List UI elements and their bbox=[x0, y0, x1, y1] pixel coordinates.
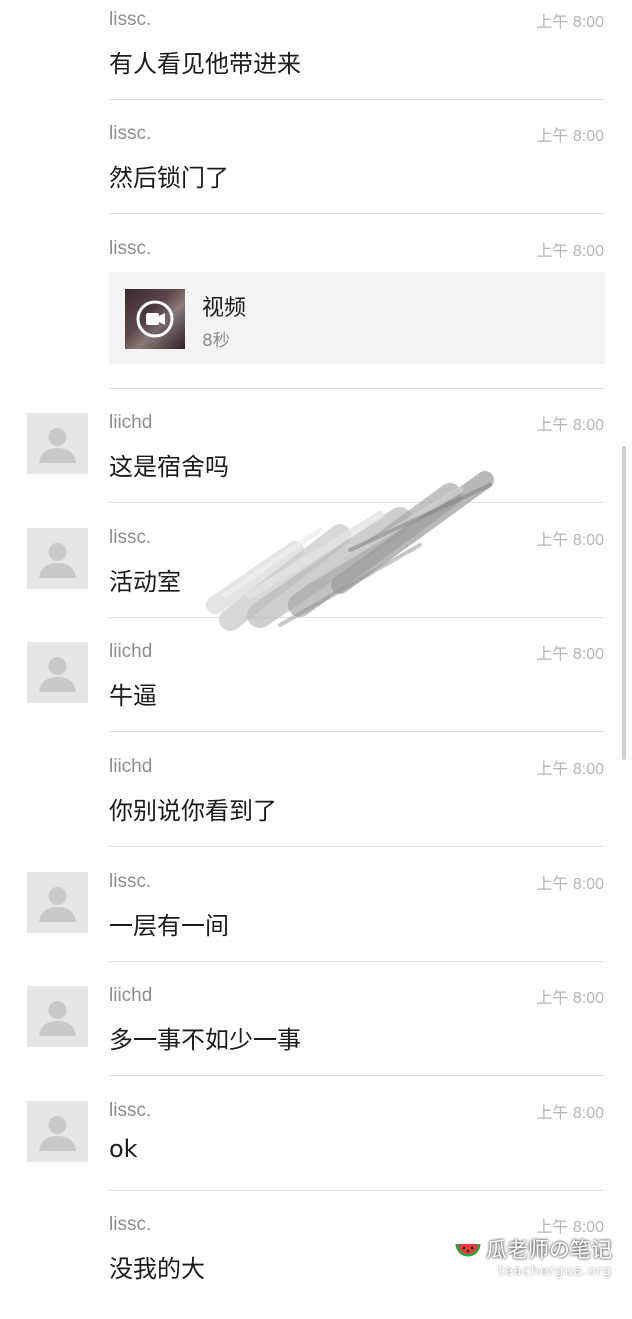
sender-name: lissc. bbox=[109, 1100, 152, 1121]
sender-name: liichd bbox=[109, 985, 153, 1006]
message[interactable]: lissc. 上午 8:00 ok bbox=[0, 1091, 632, 1205]
default-avatar-icon bbox=[39, 428, 76, 463]
message-text: 没我的大 bbox=[109, 1255, 205, 1283]
message-time: 上午 8:00 bbox=[536, 532, 604, 549]
message-text: 然后锁门了 bbox=[109, 164, 229, 192]
divider bbox=[109, 731, 605, 732]
watermark: 瓜老师の笔记 teachergua.org bbox=[455, 1234, 612, 1279]
message[interactable]: lissc. 上午 8:00 然后锁门了 bbox=[0, 114, 632, 228]
message[interactable]: lissc. 上午 8:00 有人看见他带进来 bbox=[0, 0, 632, 114]
message[interactable]: lissc. 上午 8:00 一层有一间 bbox=[0, 862, 632, 976]
video-card[interactable]: 视频 8秒 bbox=[109, 272, 605, 364]
divider bbox=[109, 388, 605, 389]
message[interactable]: liichd 上午 8:00 牛逼 bbox=[0, 632, 632, 746]
redaction-scribble bbox=[206, 471, 494, 631]
video-duration: 8秒 bbox=[202, 331, 230, 351]
avatar[interactable] bbox=[27, 986, 88, 1047]
watermelon-icon bbox=[455, 1243, 481, 1257]
sender-name: lissc. bbox=[109, 123, 152, 144]
avatar[interactable] bbox=[27, 413, 88, 474]
message-time: 上午 8:00 bbox=[536, 761, 604, 778]
scrollbar[interactable] bbox=[622, 446, 626, 760]
sender-name: lissc. bbox=[109, 871, 152, 892]
message-text: 活动室 bbox=[109, 568, 181, 596]
chat-history: lissc. 上午 8:00 有人看见他带进来 lissc. 上午 8:00 然后锁门了 l… bbox=[0, 0, 632, 1283]
divider bbox=[109, 846, 605, 847]
message-time: 上午 8:00 bbox=[536, 1105, 604, 1122]
message-time: 上午 8:00 bbox=[536, 243, 604, 260]
message-text: 牛逼 bbox=[109, 682, 157, 710]
watermark-url: teachergua.org bbox=[498, 1264, 612, 1279]
default-avatar-icon bbox=[39, 657, 76, 692]
video-thumbnail bbox=[125, 289, 185, 349]
avatar[interactable] bbox=[27, 1101, 88, 1162]
message-video[interactable]: lissc. 上午 8:00 视频 8秒 bbox=[0, 229, 632, 403]
avatar[interactable] bbox=[27, 872, 88, 933]
sender-name: liichd bbox=[109, 756, 153, 777]
message-text: 有人看见他带进来 bbox=[109, 50, 301, 78]
video-title: 视频 bbox=[202, 296, 247, 321]
sender-name: liichd bbox=[109, 412, 153, 433]
default-avatar-icon bbox=[39, 543, 76, 578]
divider bbox=[109, 213, 605, 214]
message-text: ok bbox=[109, 1135, 138, 1163]
message-time: 上午 8:00 bbox=[536, 990, 604, 1007]
video-play-icon bbox=[136, 300, 174, 338]
default-avatar-icon bbox=[39, 1001, 76, 1036]
divider bbox=[109, 1190, 605, 1191]
message-time: 上午 8:00 bbox=[536, 417, 604, 434]
message-time: 上午 8:00 bbox=[536, 14, 604, 31]
default-avatar-icon bbox=[39, 1116, 76, 1151]
watermark-title: 瓜老师の笔记 bbox=[486, 1238, 612, 1262]
divider bbox=[109, 1075, 605, 1076]
message[interactable]: liichd 上午 8:00 你别说你看到了 bbox=[0, 747, 632, 861]
sender-name: lissc. bbox=[109, 9, 152, 30]
message-time: 上午 8:00 bbox=[536, 876, 604, 893]
divider bbox=[109, 961, 605, 962]
sender-name: lissc. bbox=[109, 1214, 152, 1235]
avatar[interactable] bbox=[27, 642, 88, 703]
default-avatar-icon bbox=[39, 887, 76, 922]
sender-name: lissc. bbox=[109, 527, 152, 548]
message[interactable]: liichd 上午 8:00 多一事不如少一事 bbox=[0, 976, 632, 1090]
message-time: 上午 8:00 bbox=[536, 128, 604, 145]
message-text: 多一事不如少一事 bbox=[109, 1026, 301, 1054]
message-text: 你别说你看到了 bbox=[109, 797, 277, 825]
message-time: 上午 8:00 bbox=[536, 646, 604, 663]
divider bbox=[109, 99, 605, 100]
message-text: 一层有一间 bbox=[109, 912, 229, 940]
avatar[interactable] bbox=[27, 528, 88, 589]
sender-name: lissc. bbox=[109, 238, 152, 259]
sender-name: liichd bbox=[109, 641, 153, 662]
